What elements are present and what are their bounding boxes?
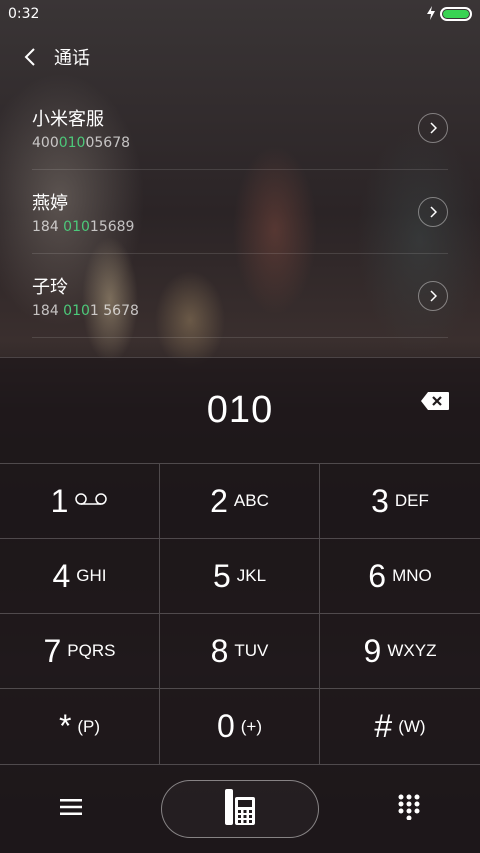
dialed-number: 010 — [206, 388, 274, 431]
number-prefix: 400 — [32, 134, 59, 151]
key-2[interactable]: 2 ABC — [160, 464, 320, 539]
key-digit: 5 — [212, 557, 231, 594]
bottom-bar — [0, 765, 480, 853]
key-8[interactable]: 8 TUV — [160, 614, 320, 689]
key-digit: 0 — [216, 708, 235, 744]
key-digit: 8 — [210, 632, 229, 669]
dialpad-icon[interactable] — [398, 794, 420, 824]
number-prefix: 184 — [32, 302, 64, 319]
phone-icon — [223, 787, 257, 831]
key-letters: ABC — [233, 491, 269, 510]
battery-fill — [443, 10, 469, 18]
key-digit: # — [374, 708, 393, 744]
key-digit: 3 — [371, 482, 389, 519]
key-1[interactable]: 1 — [0, 464, 160, 539]
key-letters: JKL — [236, 566, 267, 585]
number-match: 010 — [63, 302, 90, 319]
key-star[interactable]: * (P) — [0, 689, 160, 764]
dialed-number-row: 010 — [0, 357, 480, 463]
number-match: 010 — [58, 134, 86, 151]
backspace-icon[interactable] — [420, 391, 450, 411]
voicemail-icon — [74, 491, 108, 511]
key-digit: 4 — [52, 557, 71, 594]
key-digit: * — [58, 708, 72, 744]
key-digit: 6 — [368, 557, 387, 594]
keypad: 1 2 ABC 3 DEF 4 GHI 5 JKL 6 MNO 7 PQRS 8… — [0, 463, 480, 765]
menu-icon[interactable] — [60, 798, 82, 820]
battery-icon — [440, 7, 472, 21]
key-letters: (W) — [398, 716, 426, 736]
contact-results: 小米客服 40001005678 燕婷 184 01015689 子玲 184 … — [0, 86, 480, 338]
key-7[interactable]: 7 PQRS — [0, 614, 160, 689]
status-time: 0:32 — [8, 6, 40, 22]
chevron-left-icon[interactable] — [18, 45, 42, 69]
key-digit: 1 — [50, 482, 69, 519]
key-digit: 9 — [363, 632, 382, 669]
key-4[interactable]: 4 GHI — [0, 539, 160, 614]
status-icons — [426, 5, 472, 23]
chevron-right-icon[interactable] — [418, 197, 448, 227]
contact-number: 184 0101 5678 — [32, 303, 448, 319]
key-9[interactable]: 9 WXYZ — [320, 614, 480, 689]
key-6[interactable]: 6 MNO — [320, 539, 480, 614]
key-3[interactable]: 3 DEF — [320, 464, 480, 539]
contact-number: 184 01015689 — [32, 219, 448, 235]
key-letters: WXYZ — [387, 641, 437, 660]
key-letters: (+) — [240, 716, 263, 736]
contact-result[interactable]: 子玲 184 0101 5678 — [32, 254, 448, 338]
chevron-right-icon[interactable] — [418, 281, 448, 311]
key-digit: 7 — [43, 632, 62, 669]
number-suffix: 1 5678 — [89, 302, 139, 319]
call-button[interactable] — [161, 780, 319, 838]
contact-number: 40001005678 — [32, 135, 448, 151]
key-5[interactable]: 5 JKL — [160, 539, 320, 614]
key-letters: MNO — [392, 566, 432, 585]
key-0[interactable]: 0 (+) — [160, 689, 320, 764]
key-letters: (P) — [77, 716, 101, 736]
contact-name: 燕婷 — [32, 192, 68, 214]
key-digit: 2 — [210, 482, 228, 519]
number-suffix: 15689 — [89, 218, 135, 235]
number-suffix: 05678 — [85, 134, 131, 151]
contact-result[interactable]: 燕婷 184 01015689 — [32, 170, 448, 254]
number-match: 010 — [63, 218, 90, 235]
key-letters: GHI — [76, 566, 107, 585]
status-bar: 0:32 — [0, 0, 480, 28]
chevron-right-icon[interactable] — [418, 113, 448, 143]
bolt-icon — [426, 5, 436, 23]
key-letters: TUV — [234, 641, 269, 660]
page-title: 通话 — [54, 48, 90, 69]
header: 通话 — [0, 28, 480, 86]
contact-name: 小米客服 — [32, 108, 104, 130]
number-prefix: 184 — [32, 218, 64, 235]
contact-result[interactable]: 小米客服 40001005678 — [32, 86, 448, 170]
key-hash[interactable]: # (W) — [320, 689, 480, 764]
key-letters: PQRS — [67, 641, 116, 660]
contact-name: 子玲 — [32, 276, 68, 298]
key-letters: DEF — [394, 491, 429, 510]
